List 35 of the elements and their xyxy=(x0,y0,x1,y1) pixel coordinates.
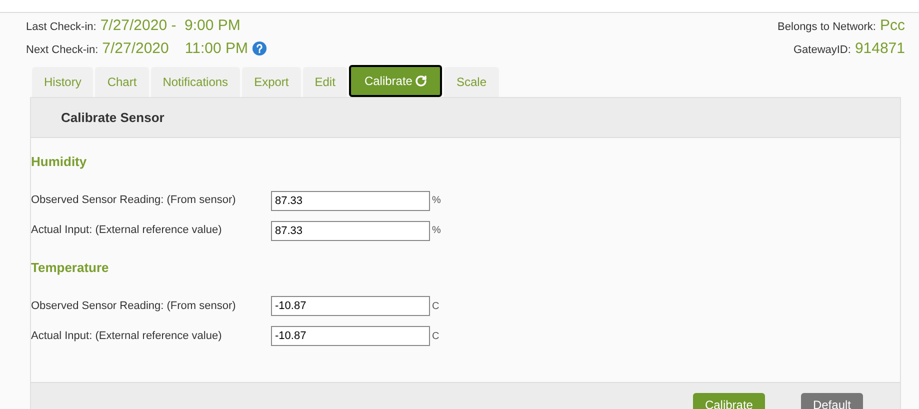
tab[interactable]: Chart xyxy=(95,67,149,97)
last-checkin-value: 7/27/2020 - 9:00 PM xyxy=(100,16,240,36)
refresh-icon xyxy=(415,75,428,87)
next-checkin-label: Next Check-in: xyxy=(26,42,98,58)
field-label: Observed Sensor Reading: (From sensor) xyxy=(31,298,237,314)
tab[interactable]: Notifications xyxy=(150,67,240,97)
section-title: Humidity xyxy=(31,153,88,171)
next-checkin-date: 7/27/2020 xyxy=(102,38,169,58)
tab[interactable]: Calibrate xyxy=(349,65,442,97)
next-checkin-time: 11:00 PM xyxy=(184,38,248,58)
unit-label: C xyxy=(432,330,440,344)
default-button[interactable]: Default xyxy=(800,392,863,409)
tab[interactable]: Scale xyxy=(444,67,498,97)
panel-title: Calibrate Sensor xyxy=(61,108,164,127)
tab[interactable]: Edit xyxy=(302,67,348,97)
network-value: Pcc xyxy=(880,16,905,36)
field-label: Observed Sensor Reading: (From sensor) xyxy=(31,193,237,208)
help-icon[interactable] xyxy=(252,41,267,56)
input-field[interactable]: -10.87 xyxy=(271,326,430,346)
tab[interactable]: Export xyxy=(242,67,301,97)
calibrate-button[interactable]: Calibrate xyxy=(692,392,765,409)
section-title: Temperature xyxy=(31,258,110,277)
tab[interactable]: History xyxy=(32,67,94,97)
gateway-value: 914871 xyxy=(854,38,905,58)
unit-label: % xyxy=(432,194,441,208)
gateway-label: GatewayID: xyxy=(793,42,851,58)
field-label: Actual Input: (External reference value) xyxy=(31,223,223,238)
input-field[interactable]: 87.33 xyxy=(271,190,430,210)
field-label: Actual Input: (External reference value) xyxy=(31,328,223,344)
unit-label: % xyxy=(432,224,441,238)
input-field[interactable]: 87.33 xyxy=(271,220,430,240)
unit-label: C xyxy=(432,300,440,314)
input-field[interactable]: -10.87 xyxy=(271,296,430,316)
network-label: Belongs to Network: xyxy=(778,20,876,35)
last-checkin-label: Last Check-in: xyxy=(26,20,96,35)
